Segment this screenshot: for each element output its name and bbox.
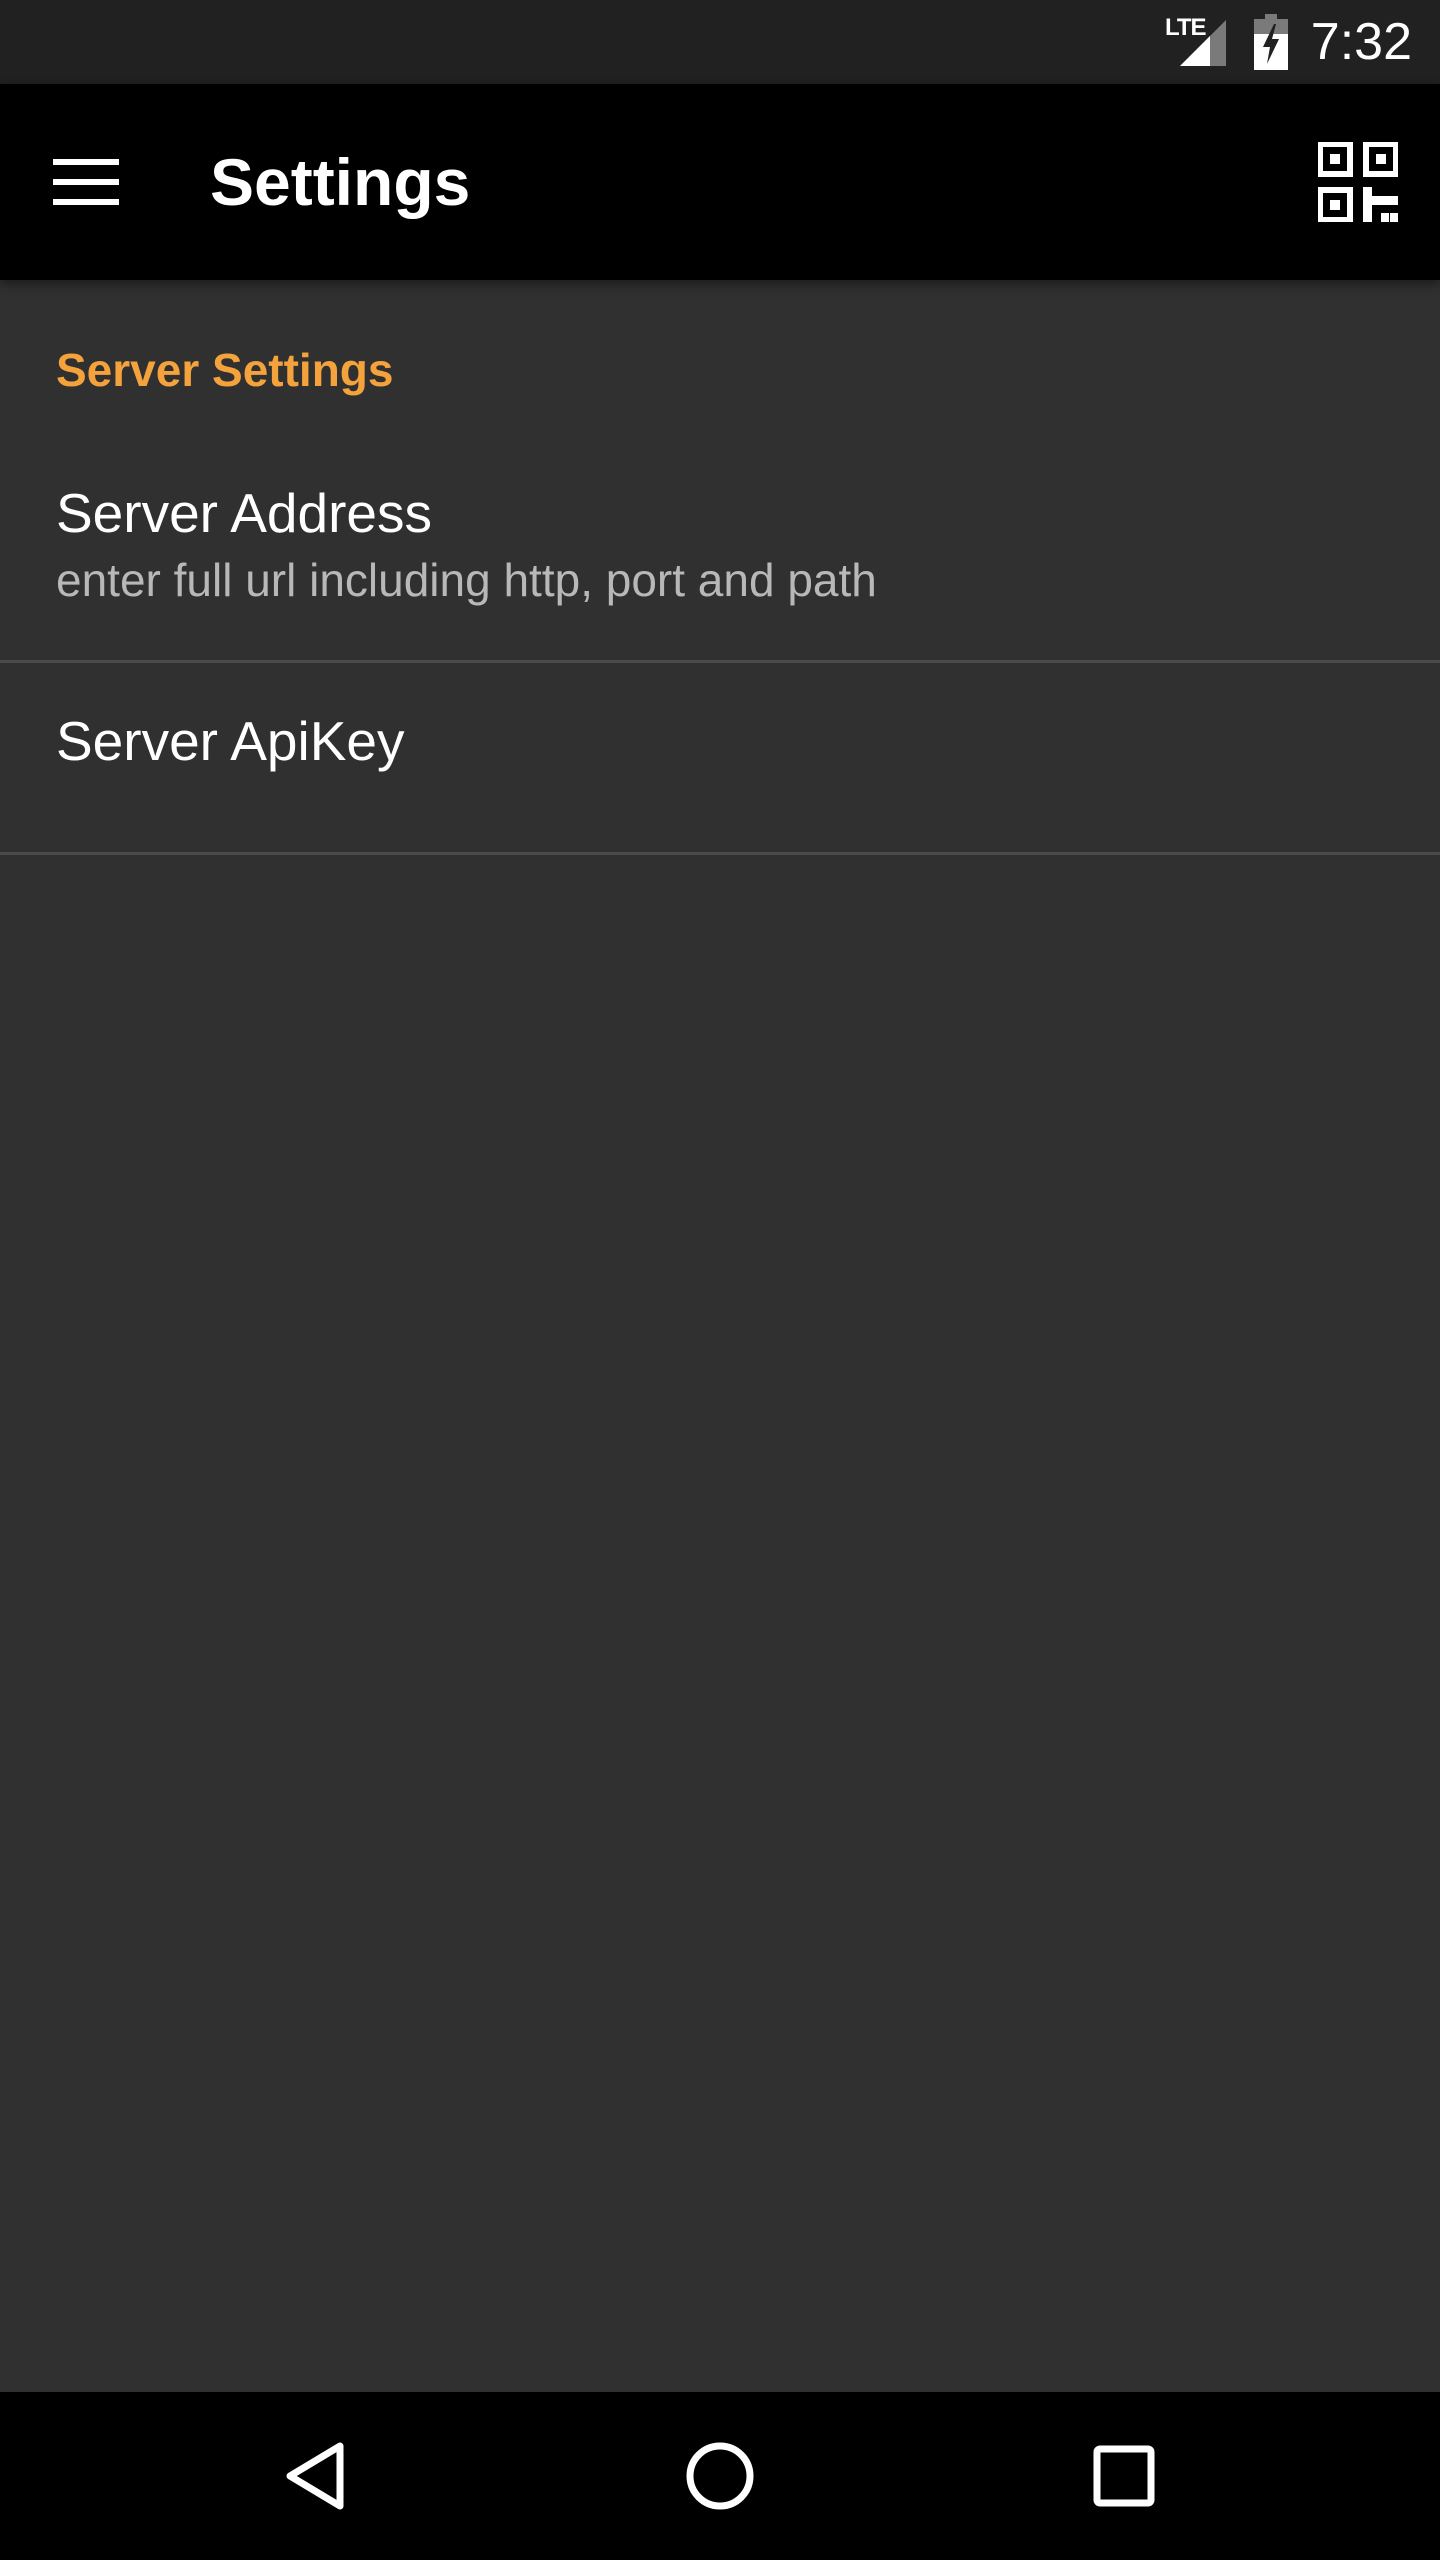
divider (0, 852, 1440, 855)
nav-back-button[interactable] (256, 2416, 376, 2536)
pref-summary: enter full url including http, port and … (56, 554, 877, 606)
status-bar: LTE 7:32 (0, 0, 1440, 84)
divider (0, 660, 1440, 663)
menu-button[interactable] (34, 130, 138, 234)
qr-code-icon (1318, 142, 1398, 222)
qr-scan-button[interactable] (1306, 130, 1410, 234)
status-time: 7:32 (1310, 13, 1412, 71)
system-nav-bar (0, 2392, 1440, 2560)
pref-server-apikey[interactable]: Server ApiKey (0, 664, 1440, 853)
back-triangle-icon (286, 2442, 344, 2510)
pref-title: Server Address (56, 482, 433, 544)
category-server-settings: Server Settings (56, 344, 394, 396)
nav-recents-button[interactable] (1064, 2416, 1184, 2536)
cell-signal-icon (1180, 20, 1226, 66)
page-title: Settings (210, 145, 471, 219)
app-toolbar: Settings (0, 84, 1440, 280)
recents-square-icon (1093, 2445, 1155, 2507)
pref-title: Server ApiKey (56, 710, 405, 772)
pref-server-address[interactable]: Server Address enter full url including … (0, 440, 1440, 661)
hamburger-menu-icon (53, 159, 119, 205)
home-circle-icon (686, 2442, 754, 2510)
nav-home-button[interactable] (660, 2416, 780, 2536)
battery-charging-icon (1254, 14, 1288, 70)
